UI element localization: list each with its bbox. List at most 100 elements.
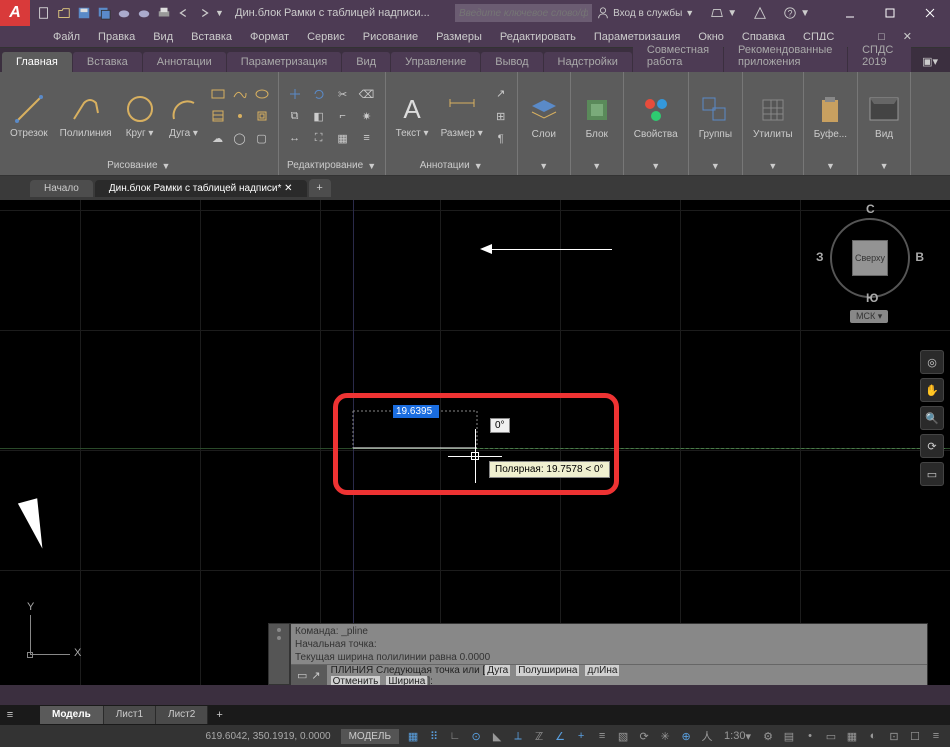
erase-icon[interactable]: ⌫ [357,84,377,104]
clipboard-button[interactable]: Буфе... [810,92,851,142]
leader-icon[interactable]: ↗ [491,83,511,103]
polyline-button[interactable]: Полилиния [56,91,116,141]
redo-icon[interactable] [195,4,213,22]
ellipse-icon[interactable] [252,84,272,104]
cmd-opt-width[interactable]: Ширина [386,676,427,686]
circle-button[interactable]: Круг ▾ [120,91,160,141]
viewcube-east[interactable]: В [915,250,924,264]
viewcube-south[interactable]: Ю [866,291,878,305]
ribbon-tab-spds[interactable]: СПДС 2019 [848,40,911,72]
rotate-icon[interactable] [309,84,329,104]
custom-icon[interactable]: ≡ [926,727,946,745]
signin-button[interactable]: Вход в службы ▼ [590,4,700,22]
annovis-icon[interactable]: 人 [697,727,717,745]
ribbon-tab-home[interactable]: Главная [2,52,72,72]
transparency-icon[interactable]: ▧ [613,727,633,745]
iso-toggle-icon[interactable]: ◣ [487,727,507,745]
revcloud-icon[interactable]: ☁ [208,128,228,148]
ribbon-tab-view[interactable]: Вид [342,52,390,72]
groups-dd[interactable]: ▼ [695,159,736,173]
clipboard-dd[interactable]: ▼ [810,159,851,173]
cloud-save-icon[interactable] [135,4,153,22]
menu-view[interactable]: Вид [145,29,181,45]
polar-toggle-icon[interactable]: ⊙ [466,727,486,745]
table-icon[interactable]: ⊞ [491,106,511,126]
layout-tabs-menu-icon[interactable]: ≡ [0,709,20,721]
wipeout-icon[interactable]: ▢ [252,128,272,148]
groups-button[interactable]: Группы [695,92,736,142]
hwaccel-icon[interactable]: ⊡ [884,727,904,745]
viewcube-top-face[interactable]: Сверху [852,240,888,276]
trim-icon[interactable]: ✂ [333,84,353,104]
command-drag-handle[interactable] [268,623,290,685]
layout-tab-sheet2[interactable]: Лист2 [156,706,208,724]
osnap-toggle-icon[interactable]: ⟂ [508,727,528,745]
stretch-icon[interactable]: ↔ [285,128,305,148]
layout-tab-sheet1[interactable]: Лист1 [104,706,156,724]
ortho-toggle-icon[interactable]: ∟ [445,727,465,745]
layout-tab-add[interactable]: + [208,706,230,724]
lock-ui-icon[interactable]: ▦ [842,727,862,745]
cmd-opt-undo[interactable]: Отменить [331,676,381,686]
maximize-button[interactable] [870,0,910,26]
menu-draw[interactable]: Рисование [355,29,426,45]
help-icon[interactable]: ?▼ [777,4,816,22]
otrack-toggle-icon[interactable]: ∠ [550,727,570,745]
coordinates-readout[interactable]: 619.6042, 350.1919, 0.0000 [195,731,340,742]
ribbon-tab-addins[interactable]: Надстройки [544,52,632,72]
nav-wheel-icon[interactable]: ◎ [920,350,944,374]
menu-insert[interactable]: Вставка [183,29,240,45]
layers-button[interactable]: Слои [524,92,564,142]
annomonitor-icon[interactable]: ⊕ [676,727,696,745]
mirror-icon[interactable]: ◧ [309,106,329,126]
cmd-opt-length[interactable]: длИна [585,665,619,676]
view-button[interactable]: Вид [864,92,904,142]
rect-icon[interactable] [208,84,228,104]
nav-pan-icon[interactable]: ✋ [920,378,944,402]
annoauto-icon[interactable]: ▤ [779,727,799,745]
explode-icon[interactable]: ✷ [357,106,377,126]
ribbon-expand-icon[interactable]: ▣▾ [912,51,948,72]
grid-toggle-icon[interactable]: ▦ [403,727,423,745]
snap-toggle-icon[interactable]: ⠿ [424,727,444,745]
modify-group-label[interactable]: Редактирование ▼ [285,158,379,173]
ribbon-tab-output[interactable]: Вывод [481,52,542,72]
menu-modify[interactable]: Редактировать [492,29,584,45]
copy-icon[interactable]: ⧉ [285,106,305,126]
command-input-row[interactable]: ▭ ↗ ПЛИНИЯ Следующая точка или [Дуга Пол… [291,664,927,685]
isolate-icon[interactable]: ◐ [863,727,883,745]
utilities-dd[interactable]: ▼ [749,159,797,173]
units-icon[interactable]: • [800,727,820,745]
length-input[interactable] [393,405,439,418]
qa-dropdown-icon[interactable]: ▼ [215,8,224,18]
viewcube[interactable]: Сверху С Ю В З МСК ▾ [820,208,920,323]
cleanscreen-icon[interactable]: ☐ [905,727,925,745]
dyn-input-icon[interactable]: + [571,727,591,745]
array-icon[interactable]: ▦ [333,128,353,148]
draw-group-label[interactable]: Рисование ▼ [6,158,272,173]
doctab-start[interactable]: Начало [30,180,93,197]
modelspace-button[interactable]: МОДЕЛЬ [341,729,399,744]
block-button[interactable]: Блок [577,92,617,142]
menu-dimension[interactable]: Размеры [428,29,490,45]
app-logo[interactable]: A [0,0,30,26]
annotation-group-label[interactable]: Аннотации ▼ [392,158,511,173]
viewcube-wcs-label[interactable]: МСК ▾ [850,310,888,323]
cmd-prompt-icon[interactable]: ▭ [297,669,307,682]
ribbon-tab-parametric[interactable]: Параметризация [227,52,341,72]
cloud-open-icon[interactable] [115,4,133,22]
ribbon-tab-insert[interactable]: Вставка [73,52,142,72]
viewcube-west[interactable]: З [816,250,824,264]
cmd-opt-arc[interactable]: Дуга [485,665,510,676]
layers-dd[interactable]: ▼ [524,159,564,173]
menu-tools[interactable]: Сервис [299,29,353,45]
text-button[interactable]: A Текст ▾ [392,91,433,141]
minimize-button[interactable] [830,0,870,26]
view-dd[interactable]: ▼ [864,159,904,173]
ribbon-tab-manage[interactable]: Управление [391,52,480,72]
fillet-icon[interactable]: ⌐ [333,106,353,126]
nav-zoom-icon[interactable]: 🔍 [920,406,944,430]
menu-file[interactable]: Файл [45,29,88,45]
spline-icon[interactable] [230,84,250,104]
annoscale-icon[interactable]: ✳ [655,727,675,745]
